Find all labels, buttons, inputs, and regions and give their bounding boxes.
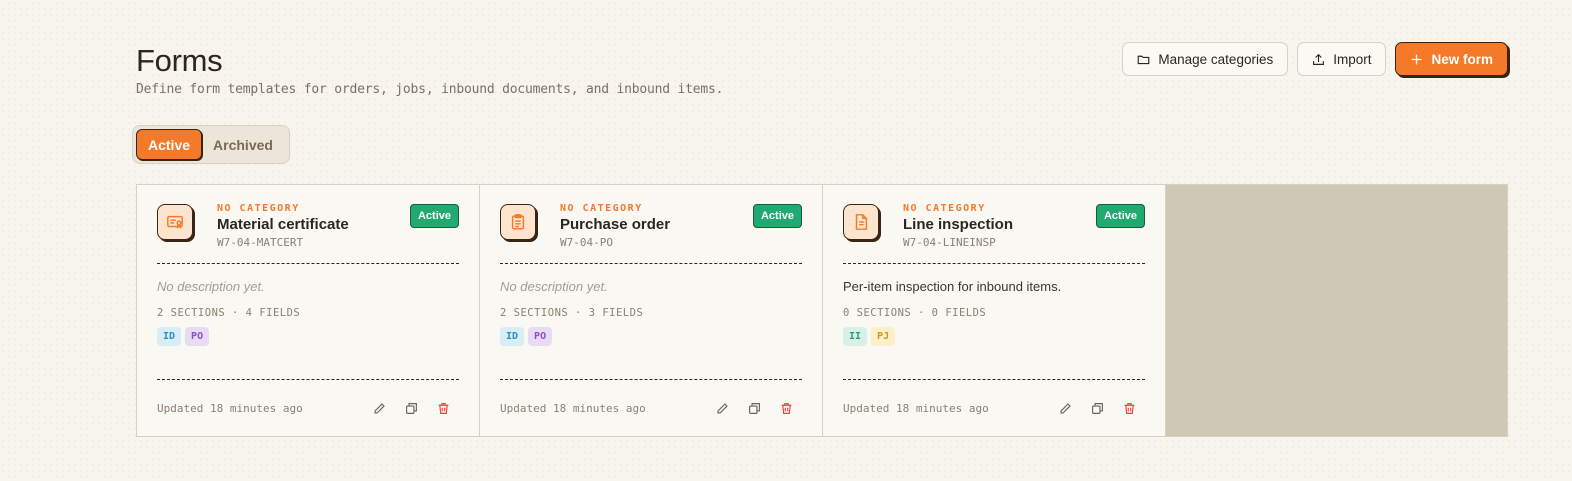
tag-id: ID	[500, 327, 525, 346]
card-code: W7-04-PO	[560, 236, 613, 249]
document-icon	[843, 204, 879, 240]
card-divider	[157, 379, 459, 380]
edit-pencil-icon[interactable]	[363, 399, 395, 417]
status-tabs: Active Archived	[132, 125, 290, 164]
import-button[interactable]: Import	[1297, 42, 1387, 76]
card-meta: 2 SECTIONS · 4 FIELDS	[157, 307, 301, 319]
card-footer: Updated 18 minutes ago	[157, 399, 459, 417]
status-badge: Active	[409, 204, 459, 228]
card-tags: ID PO	[157, 327, 210, 346]
new-form-label: New form	[1431, 51, 1493, 67]
form-card[interactable]: NO CATEGORY Line inspection W7-04-LINEIN…	[823, 185, 1166, 436]
delete-trash-icon[interactable]	[1113, 399, 1145, 417]
card-title: Material certificate	[217, 216, 349, 233]
card-category: NO CATEGORY	[217, 203, 300, 214]
duplicate-icon[interactable]	[395, 399, 427, 417]
tag-ii: II	[843, 327, 868, 346]
delete-trash-icon[interactable]	[427, 399, 459, 417]
status-badge: Active	[752, 204, 802, 228]
card-divider	[157, 263, 459, 264]
edit-pencil-icon[interactable]	[1049, 399, 1081, 417]
card-divider	[843, 379, 1145, 380]
page-header: Forms Define form templates for orders, …	[136, 42, 723, 97]
plus-icon	[1410, 53, 1423, 66]
card-category: NO CATEGORY	[560, 203, 643, 214]
delete-trash-icon[interactable]	[770, 399, 802, 417]
tag-id: ID	[157, 327, 182, 346]
edit-pencil-icon[interactable]	[706, 399, 738, 417]
card-divider	[843, 263, 1145, 264]
manage-categories-button[interactable]: Manage categories	[1122, 42, 1289, 76]
form-card[interactable]: NO CATEGORY Material certificate W7-04-M…	[137, 185, 480, 436]
card-heading: NO CATEGORY Purchase order W7-04-PO	[560, 203, 670, 249]
tag-pj: PJ	[871, 327, 896, 346]
page-title: Forms	[136, 43, 223, 78]
tab-active[interactable]: Active	[136, 129, 203, 160]
card-description: Per-item inspection for inbound items.	[843, 279, 1062, 294]
card-tags: ID PO	[500, 327, 553, 346]
card-description: No description yet.	[157, 279, 265, 294]
card-divider	[500, 379, 802, 380]
import-label: Import	[1333, 51, 1372, 67]
upload-icon	[1312, 53, 1325, 66]
clipboard-icon	[500, 204, 536, 240]
card-footer: Updated 18 minutes ago	[500, 399, 802, 417]
tab-archived[interactable]: Archived	[202, 129, 284, 160]
updated-timestamp: Updated 18 minutes ago	[843, 401, 989, 415]
card-meta: 2 SECTIONS · 3 FIELDS	[500, 307, 644, 319]
card-description: No description yet.	[500, 279, 608, 294]
certificate-icon	[157, 204, 193, 240]
card-meta: 0 SECTIONS · 0 FIELDS	[843, 307, 987, 319]
manage-categories-label: Manage categories	[1158, 51, 1274, 67]
updated-timestamp: Updated 18 minutes ago	[157, 401, 303, 415]
page-subtitle: Define form templates for orders, jobs, …	[136, 82, 724, 97]
card-divider	[500, 263, 802, 264]
card-title: Purchase order	[560, 216, 671, 233]
new-form-button[interactable]: New form	[1395, 42, 1508, 76]
header-actions: Manage categories Import New form	[1122, 42, 1508, 76]
card-code: W7-04-LINEINSP	[903, 236, 996, 249]
card-heading: NO CATEGORY Line inspection W7-04-LINEIN…	[903, 203, 1013, 249]
card-category: NO CATEGORY	[903, 203, 986, 214]
card-code: W7-04-MATCERT	[217, 236, 304, 249]
form-card[interactable]: NO CATEGORY Purchase order W7-04-PO Acti…	[480, 185, 823, 436]
card-tags: II PJ	[843, 327, 896, 346]
duplicate-icon[interactable]	[738, 399, 770, 417]
tag-po: PO	[185, 327, 210, 346]
status-badge: Active	[1095, 204, 1145, 228]
card-title: Line inspection	[903, 216, 1014, 233]
tag-po: PO	[528, 327, 553, 346]
card-heading: NO CATEGORY Material certificate W7-04-M…	[217, 203, 349, 249]
updated-timestamp: Updated 18 minutes ago	[500, 401, 646, 415]
duplicate-icon[interactable]	[1081, 399, 1113, 417]
card-footer: Updated 18 minutes ago	[843, 399, 1145, 417]
forms-grid: NO CATEGORY Material certificate W7-04-M…	[136, 184, 1508, 437]
folder-icon	[1137, 53, 1150, 66]
